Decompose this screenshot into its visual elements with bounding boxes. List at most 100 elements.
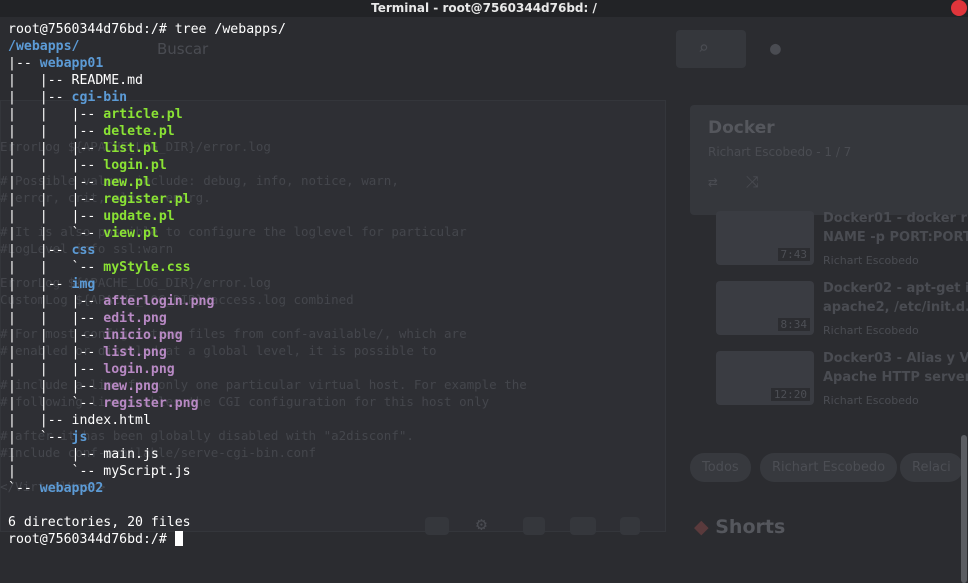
tree-text: | | `--: [8, 396, 104, 411]
shorts-icon: ◆: [694, 516, 716, 538]
background-video-title: Docker01 - docker run: [823, 211, 968, 226]
background-chip: Relaci: [900, 453, 963, 482]
tree-line: | | |-- register.pl: [8, 191, 286, 208]
tree-text: | `-- myScript.js: [8, 464, 191, 479]
background-video-title: Apache HTTP server: [823, 370, 968, 385]
executable-file-name: login.pl: [103, 158, 167, 173]
close-button[interactable]: [951, 0, 967, 16]
image-file-name: inicio.png: [103, 328, 183, 343]
background-video-channel: Richart Escobedo: [823, 394, 919, 407]
background-chip: Todos: [690, 453, 751, 482]
background-search-button: [676, 30, 746, 68]
tree-text: | | |--: [8, 107, 104, 122]
executable-file-name: register.pl: [103, 192, 191, 207]
background-video-thumbnail: 7:43: [716, 211, 814, 265]
search-icon: ⌕: [698, 38, 709, 59]
directory-name: img: [71, 277, 96, 292]
image-file-name: new.png: [103, 379, 159, 394]
tree-line: | |-- index.html: [8, 412, 286, 429]
tree-text: | | |--: [8, 311, 104, 326]
tree-text: | |--: [8, 277, 72, 292]
directory-name: js: [71, 430, 88, 445]
tree-text: | |--: [8, 90, 72, 105]
subtitles-icon: [425, 517, 449, 535]
background-video-title: apache2, /etc/init.d...: [823, 300, 968, 315]
directory-name: webapp01: [39, 56, 104, 71]
fullscreen-icon: [620, 517, 640, 535]
tree-line: | | |-- afterlogin.png: [8, 293, 286, 310]
tree-line: | | |-- edit.png: [8, 310, 286, 327]
tree-text: | |--: [8, 243, 72, 258]
executable-file-name: list.pl: [103, 141, 159, 156]
miniplayer-icon: [523, 517, 545, 535]
window-titlebar[interactable]: Terminal - root@7560344d76bd: /: [0, 0, 968, 17]
image-file-name: register.png: [103, 396, 199, 411]
shell-prompt: root@7560344d76bd:/#: [8, 22, 175, 37]
tree-line: | |-- cgi-bin: [8, 89, 286, 106]
shell-command: tree /webapps/: [174, 22, 286, 37]
tree-text: | |-- README.md: [8, 73, 143, 88]
tree-text: | | |--: [8, 124, 104, 139]
tree-text: | | |--: [8, 294, 104, 309]
image-file-name: login.png: [103, 362, 175, 377]
executable-file-name: update.pl: [103, 209, 175, 224]
tree-text: | | |--: [8, 158, 104, 173]
tree-line: | | |-- new.pl: [8, 174, 286, 191]
directory-name: /webapps/: [8, 39, 80, 54]
window-title: Terminal - root@7560344d76bd: /: [371, 1, 597, 15]
tree-line: | | |-- list.png: [8, 344, 286, 361]
command-line: root@7560344d76bd:/# tree /webapps/: [8, 21, 286, 38]
background-video-thumbnail: 8:34: [716, 281, 814, 335]
tree-text: | | |--: [8, 141, 104, 156]
tree-line: | | |-- article.pl: [8, 106, 286, 123]
text-cursor: [174, 531, 183, 546]
background-playlist-title: Docker: [708, 118, 775, 138]
tree-line: | | `-- register.png: [8, 395, 286, 412]
tree-text: | | `--: [8, 260, 104, 275]
background-video-channel: Richart Escobedo: [823, 324, 919, 337]
executable-file-name: view.pl: [103, 226, 159, 241]
tree-text: | |-- main.js: [8, 447, 159, 462]
tree-text: |--: [8, 56, 40, 71]
tree-line: `-- webapp02: [8, 480, 286, 497]
tree-line: | | `-- myStyle.css: [8, 259, 286, 276]
image-file-name: list.png: [103, 345, 167, 360]
tree-line: | | |-- new.png: [8, 378, 286, 395]
tree-line: | | |-- login.pl: [8, 157, 286, 174]
scrollbar-thumb[interactable]: [961, 435, 967, 583]
background-chip: Richart Escobedo: [760, 453, 898, 482]
tree-line: [8, 497, 286, 514]
tree-line: | |-- img: [8, 276, 286, 293]
tree-line: | | |-- delete.pl: [8, 123, 286, 140]
microphone-icon: ●: [770, 38, 781, 59]
tree-line: | `-- js: [8, 429, 286, 446]
terminal-output[interactable]: root@7560344d76bd:/# tree /webapps//weba…: [8, 21, 286, 548]
tree-line: | | |-- inicio.png: [8, 327, 286, 344]
tree-text: | | |--: [8, 175, 104, 190]
theater-icon: [570, 517, 596, 535]
directory-name: webapp02: [39, 481, 104, 496]
directory-name: css: [71, 243, 96, 258]
tree-text: | | `--: [8, 226, 104, 241]
terminal-scrollbar[interactable]: [960, 17, 968, 583]
tree-text: | | |--: [8, 345, 104, 360]
background-video-title: Docker03 - Alias y V: [823, 351, 968, 366]
background-video-title: Docker02 - apt-get in: [823, 281, 968, 296]
tree-line: | |-- main.js: [8, 446, 286, 463]
background-video-thumbnail: 12:20: [716, 351, 814, 405]
directory-name: cgi-bin: [71, 90, 128, 105]
loop-icon: ⇄: [708, 172, 718, 191]
tree-text: 6 directories, 20 files: [8, 515, 191, 530]
executable-file-name: new.pl: [103, 175, 151, 190]
input-line[interactable]: root@7560344d76bd:/#: [8, 531, 286, 548]
executable-file-name: article.pl: [103, 107, 183, 122]
tree-text: `--: [8, 481, 40, 496]
tree-text: | | |--: [8, 209, 104, 224]
tree-line: | |-- README.md: [8, 72, 286, 89]
tree-text: | | |--: [8, 192, 104, 207]
shell-prompt: root@7560344d76bd:/#: [8, 532, 175, 547]
tree-line: 6 directories, 20 files: [8, 514, 286, 531]
background-video-channel: Richart Escobedo: [823, 254, 919, 267]
tree-line: | `-- myScript.js: [8, 463, 286, 480]
tree-output: /webapps/|-- webapp01 | |-- README.md | |-…: [8, 38, 286, 531]
